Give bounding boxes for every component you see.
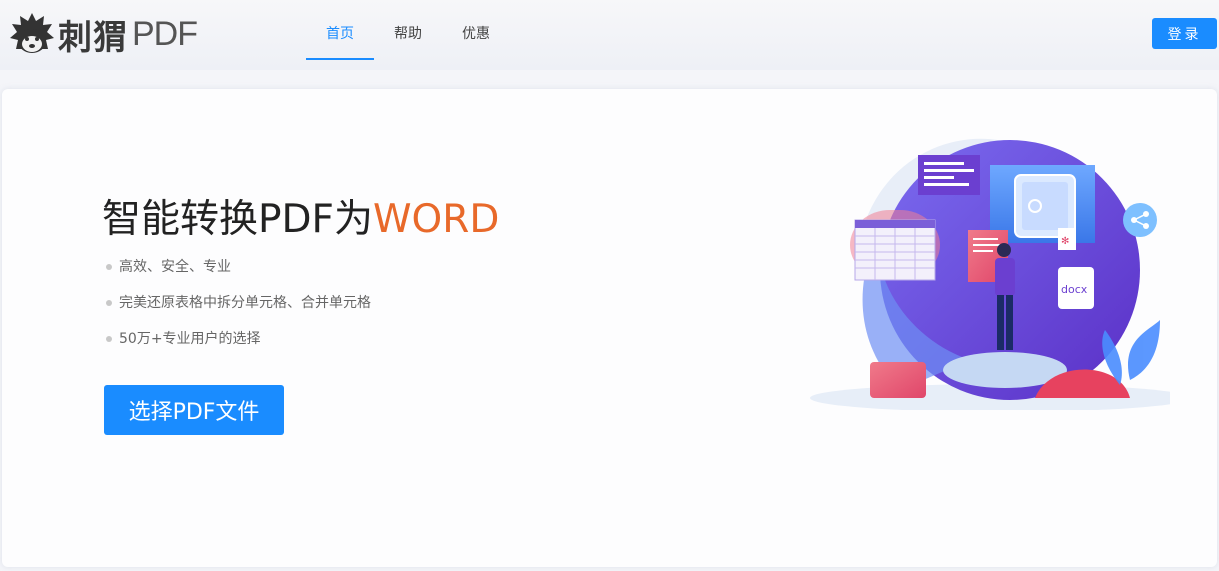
feature-list: 高效、安全、专业 完美还原表格中拆分单元格、合并单元格 50万+专业用户的选择 — [106, 254, 371, 362]
logo[interactable]: 刺猬 PDF — [10, 11, 198, 58]
share-icon[interactable] — [1123, 203, 1157, 237]
text-doc-icon — [918, 155, 980, 195]
feature-text: 完美还原表格中拆分单元格、合并单元格 — [119, 295, 371, 311]
nav-discount[interactable]: 优惠 — [442, 0, 510, 58]
feature-item: 高效、安全、专业 — [106, 254, 371, 290]
docx-label: docx — [1061, 283, 1088, 296]
spreadsheet-icon — [854, 219, 936, 281]
main-nav: 首页 帮助 优惠 — [306, 0, 510, 60]
select-pdf-button[interactable]: 选择PDF文件 — [104, 385, 284, 435]
top-header: 刺猬 PDF 首页 帮助 优惠 登录 — [0, 0, 1219, 70]
feature-item: 完美还原表格中拆分单元格、合并单元格 — [106, 290, 371, 326]
bullet-dot — [106, 300, 112, 306]
feature-text: 50万+专业用户的选择 — [119, 331, 261, 347]
feature-item: 50万+专业用户的选择 — [106, 326, 371, 362]
hero-title-accent: WORD — [372, 197, 500, 242]
pdf-icon: ✻ — [1058, 228, 1076, 250]
logo-text-en: PDF — [132, 14, 198, 53]
nav-home[interactable]: 首页 — [306, 0, 374, 60]
hero-illustration: ✻ docx — [810, 138, 1170, 410]
nav-help[interactable]: 帮助 — [374, 0, 442, 58]
safe-icon — [1014, 174, 1076, 238]
bullet-dot — [106, 336, 112, 342]
hero-title: 智能转换PDF为WORD — [102, 188, 499, 244]
bullet-dot — [106, 264, 112, 270]
svg-text:✻: ✻ — [1061, 236, 1069, 247]
login-button[interactable]: 登录 — [1152, 18, 1217, 49]
hero-title-main: 智能转换PDF为 — [102, 197, 373, 242]
hedgehog-logo-icon — [10, 13, 54, 53]
docx-file-icon: docx — [1058, 267, 1094, 309]
feature-text: 高效、安全、专业 — [119, 259, 231, 275]
logo-text-cn: 刺猬 — [58, 17, 128, 58]
